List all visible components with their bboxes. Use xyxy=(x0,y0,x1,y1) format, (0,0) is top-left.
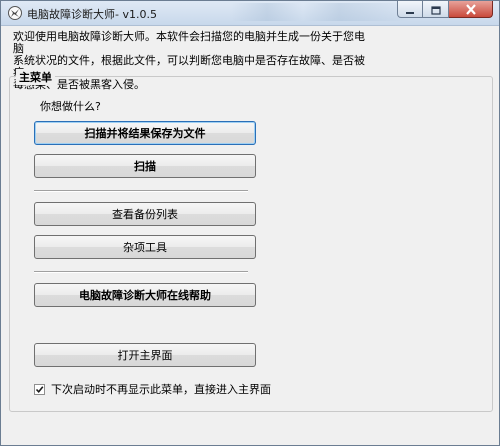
checkmark-icon xyxy=(35,385,44,393)
close-icon xyxy=(465,0,477,19)
maximize-button[interactable] xyxy=(423,1,449,18)
scan-and-save-button[interactable]: 扫描并将结果保存为文件 xyxy=(34,121,256,145)
skip-menu-checkbox[interactable] xyxy=(34,383,45,395)
misc-tools-button[interactable]: 杂项工具 xyxy=(34,235,256,259)
online-help-button[interactable]: 电脑故障诊断大师在线帮助 xyxy=(34,283,256,307)
app-window: 电脑故障诊断大师- v1.0.5 欢迎使用电脑故障诊断大师。本软件会扫描您的电脑… xyxy=(0,0,500,446)
main-menu-legend: 主菜单 xyxy=(16,69,55,85)
open-main-interface-button[interactable]: 打开主界面 xyxy=(34,343,256,367)
minimize-button[interactable] xyxy=(397,1,423,18)
title-bar-backdrop xyxy=(231,3,411,21)
separator xyxy=(34,271,248,273)
minimize-icon xyxy=(405,0,415,19)
question-label: 你想做什么? xyxy=(40,100,101,113)
scan-button[interactable]: 扫描 xyxy=(34,154,256,178)
window-title: 电脑故障诊断大师- v1.0.5 xyxy=(27,8,157,21)
main-menu-group: 主菜单 你想做什么? 扫描并将结果保存为文件 扫描 查看备份列表 杂项工具 电脑… xyxy=(9,69,493,412)
window-controls xyxy=(397,1,493,19)
separator xyxy=(34,190,248,192)
maximize-icon xyxy=(430,0,441,19)
title-bar[interactable]: 电脑故障诊断大师- v1.0.5 xyxy=(1,1,499,26)
skip-menu-option[interactable]: 下次启动时不再显示此菜单，直接进入主界面 xyxy=(34,381,271,397)
intro-line: 欢迎使用电脑故障诊断大师。本软件会扫描您的电脑并生成一份关于您电脑 xyxy=(13,30,365,55)
close-button[interactable] xyxy=(449,1,493,18)
view-backups-button[interactable]: 查看备份列表 xyxy=(34,202,256,226)
app-logo-icon[interactable] xyxy=(7,5,23,21)
skip-menu-label[interactable]: 下次启动时不再显示此菜单，直接进入主界面 xyxy=(51,381,271,397)
